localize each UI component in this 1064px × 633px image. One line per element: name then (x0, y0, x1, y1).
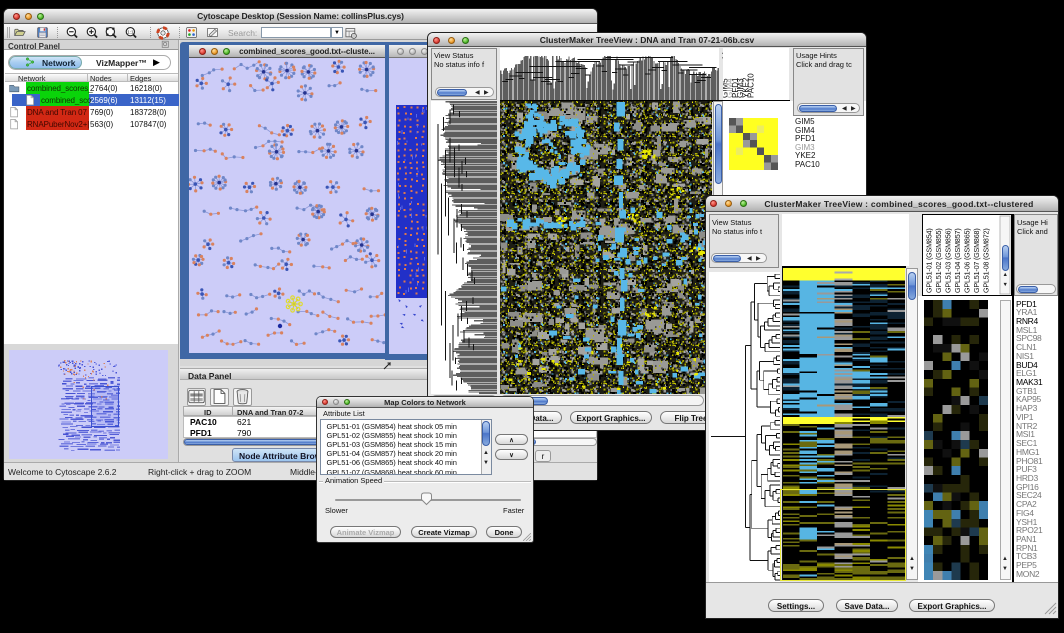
svg-text:GPL51-01 (GSM854): GPL51-01 (GSM854) (925, 228, 934, 293)
svg-text:GPL51-08 (GSM872): GPL51-08 (GSM872) (982, 228, 991, 293)
svg-text:GPL51-02 (GSM855): GPL51-02 (GSM855) (934, 228, 943, 293)
svg-text:GPL51-04 (GSM857): GPL51-04 (GSM857) (953, 228, 962, 293)
svg-text:PAC10: PAC10 (747, 73, 756, 98)
svg-text:GPL51-06 (GSM865): GPL51-06 (GSM865) (963, 228, 972, 293)
svg-text:1:1: 1:1 (127, 29, 134, 34)
svg-text:GPL51-07 (GSM868): GPL51-07 (GSM868) (972, 228, 981, 293)
svg-text:GPL51-03 (GSM856): GPL51-03 (GSM856) (944, 228, 953, 293)
